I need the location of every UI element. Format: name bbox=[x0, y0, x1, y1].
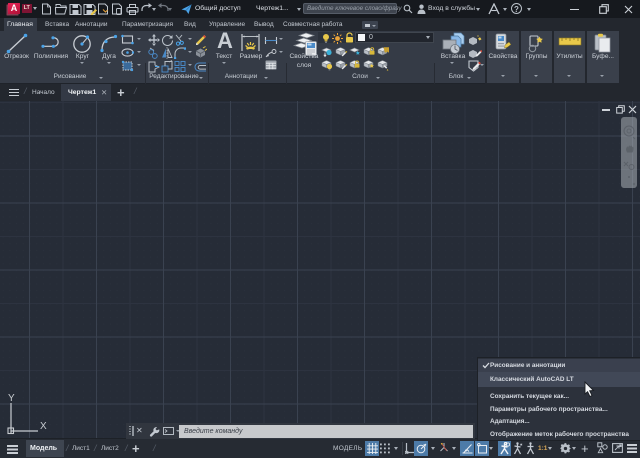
svg-text:X: X bbox=[40, 421, 47, 432]
svg-text:Y: Y bbox=[8, 393, 15, 404]
